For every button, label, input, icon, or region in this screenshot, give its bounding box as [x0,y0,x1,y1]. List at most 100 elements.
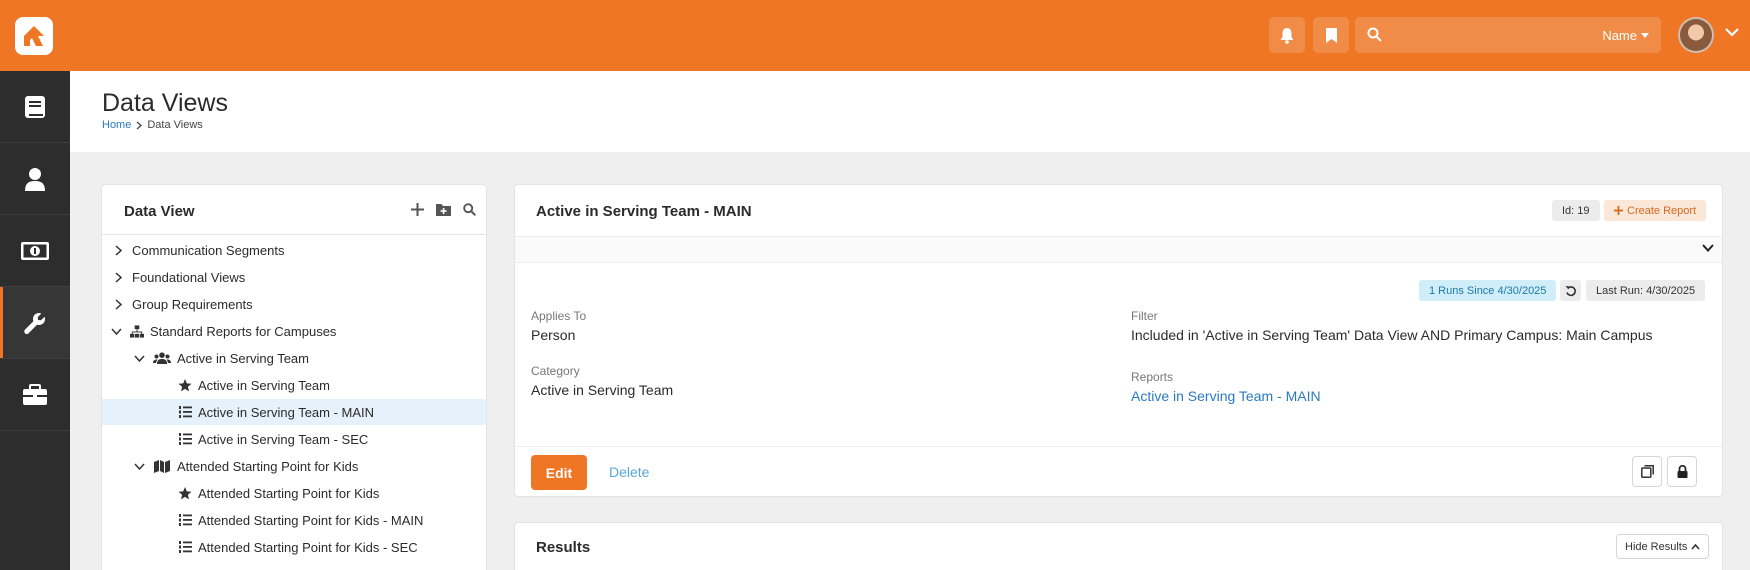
chevron-right-icon[interactable] [112,298,124,310]
list-ol-icon [178,406,192,418]
undo-icon [1565,285,1576,296]
tree-item-label: Attended Starting Point for Kids [177,458,359,474]
search-scope-label: Name [1602,28,1637,43]
sidebar-item-tools[interactable] [0,287,70,359]
tree-item[interactable]: Active in Serving Team [102,345,486,371]
delete-button[interactable]: Delete [609,464,649,480]
tree-item-label: Standard Reports for Campuses [150,323,337,339]
bell-icon[interactable] [1269,17,1305,53]
create-report-label: Create Report [1627,204,1697,217]
report-link[interactable]: Active in Serving Team - MAIN [1131,388,1321,404]
security-button[interactable] [1667,456,1697,487]
search-icon [1367,27,1382,47]
top-bar: Name [0,0,1750,71]
applies-to-value: Person [531,327,576,343]
chevron-down-icon[interactable] [1725,28,1739,37]
tree-item[interactable]: Communication Segments [102,237,486,263]
lock-icon [1677,465,1687,478]
chevron-down-icon[interactable] [133,462,145,470]
tree-item[interactable]: Attended Starting Point for Kids - SEC [102,534,486,560]
create-report-button[interactable]: Create Report [1604,200,1707,221]
sidebar-item-content[interactable] [0,71,70,143]
tree-header: Data View [102,185,486,235]
last-run-badge: Last Run: 4/30/2025 [1586,280,1706,301]
chevron-right-icon[interactable] [112,271,124,283]
tree-item[interactable]: Group Requirements [102,291,486,317]
detail-title: Active in Serving Team - MAIN [536,203,752,220]
chevron-down-icon[interactable] [133,354,145,362]
category-label: Category [531,364,580,378]
plus-icon [1614,206,1623,215]
user-avatar[interactable] [1678,17,1714,53]
tree-item[interactable]: Attended Starting Point for Kids - MAIN [102,507,486,533]
person-icon [25,167,45,191]
tree-item[interactable]: Active in Serving Team - SEC [102,426,486,452]
folder-plus-icon[interactable] [436,203,451,216]
tree-item-label: Active in Serving Team - SEC [198,431,369,447]
hide-results-button[interactable]: Hide Results [1616,534,1710,559]
bookmark-icon[interactable] [1313,17,1349,53]
tree-item-label: Attended Starting Point for Kids [198,485,380,501]
tree-item-selected[interactable]: Active in Serving Team - MAIN [102,399,486,425]
chevron-right-icon[interactable] [112,244,124,256]
tree-item-label: Attended Starting Point for Kids - SEC [198,539,418,555]
caret-down-icon [1641,33,1649,38]
tree-item-label: Group Requirements [132,296,253,312]
chevron-up-icon [1691,543,1700,550]
rock-logo-icon[interactable] [15,17,53,55]
search-input[interactable] [1393,23,1583,47]
breadcrumb-home[interactable]: Home [102,119,131,131]
chevron-down-icon[interactable] [1702,244,1714,252]
book-icon [25,95,45,118]
tree-item-label: Communication Segments [132,242,285,258]
chevron-down-icon[interactable] [110,327,122,335]
results-title: Results [536,539,591,556]
tree-title: Data View [124,203,195,220]
tree-item-label: Active in Serving Team [177,350,309,366]
copy-icon [1640,465,1654,478]
data-view-tree-panel: Data View Communication Segments Foundat… [101,184,487,570]
tree-item[interactable]: Active in Serving Team [102,372,486,398]
hide-results-label: Hide Results [1625,540,1688,553]
sidebar-item-admin[interactable] [0,359,70,431]
reset-runs-button[interactable] [1560,280,1581,301]
list-ol-icon [178,541,192,553]
tree-item[interactable]: Attended Starting Point for Kids [102,453,486,479]
search-box[interactable]: Name [1355,17,1661,53]
list-ol-icon [178,514,192,526]
details-collapse-bar[interactable] [515,236,1722,263]
search-scope-dropdown[interactable]: Name [1602,28,1649,43]
category-value: Active in Serving Team [531,382,674,398]
chevron-right-icon [136,121,143,129]
sidebar-item-finance[interactable] [0,215,70,287]
star-icon [178,486,192,500]
tree-item[interactable]: Attended Starting Point for Kids [102,480,486,506]
applies-to-label: Applies To [531,309,587,323]
tree-item-label: Foundational Views [132,269,246,285]
copy-button[interactable] [1632,456,1662,487]
money-icon [21,241,49,260]
search-icon[interactable] [463,203,476,216]
tree-item-label: Active in Serving Team [198,377,330,393]
tree-item-label: Active in Serving Team - MAIN [198,404,375,420]
sidebar [0,71,70,570]
tree-item-label: Attended Starting Point for Kids - MAIN [198,512,424,528]
filter-value: Included in 'Active in Serving Team' Dat… [1131,327,1653,343]
tree-item[interactable]: Foundational Views [102,264,486,290]
results-panel: Results Hide Results [514,522,1723,570]
page-title: Data Views [102,89,228,117]
data-view-detail-panel: Active in Serving Team - MAIN Id: 19 Cre… [514,184,1723,497]
tree-item[interactable]: Standard Reports for Campuses [102,318,486,344]
star-icon [178,378,192,392]
sidebar-item-people[interactable] [0,143,70,215]
map-icon [153,459,171,473]
users-icon [153,352,171,364]
briefcase-icon [23,383,47,405]
id-badge: Id: 19 [1552,200,1600,221]
plus-icon[interactable] [411,203,424,216]
runs-badge: 1 Runs Since 4/30/2025 [1419,280,1557,301]
edit-button[interactable]: Edit [531,455,587,490]
actions-divider [515,446,1722,447]
reports-label: Reports [1131,370,1174,384]
page-header: Data Views Home Data Views [70,71,1750,152]
